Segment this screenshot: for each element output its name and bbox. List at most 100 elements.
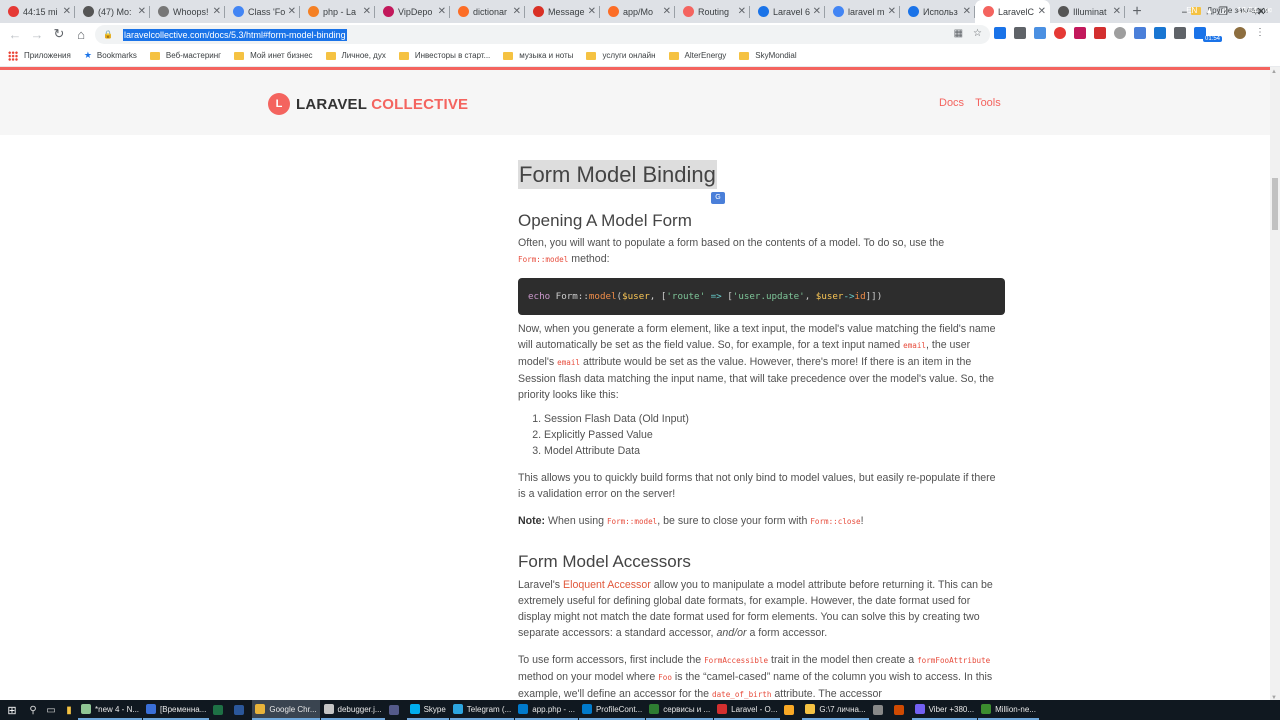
- address-bar[interactable]: 🔒 laravelcollective.com/docs/5.3/html#fo…: [95, 25, 990, 44]
- browser-tab[interactable]: LaravelC ✕: [975, 0, 1050, 23]
- tab-favicon-icon: [383, 6, 394, 17]
- browser-tab[interactable]: (47) Mo: ✕: [75, 0, 150, 23]
- filter-icon[interactable]: [1174, 27, 1186, 39]
- browser-tab[interactable]: Использ ✕: [900, 0, 975, 23]
- bookmark-item[interactable]: ★ Bookmarks: [84, 50, 137, 61]
- browser-tab[interactable]: php - La ✕: [300, 0, 375, 23]
- clock[interactable]: 12:54: [1237, 6, 1257, 15]
- file-explorer-icon[interactable]: ▮: [60, 700, 78, 720]
- close-tab-icon[interactable]: ✕: [138, 6, 146, 17]
- taskbar-app[interactable]: debugger.j...: [320, 700, 385, 720]
- bookmark-item[interactable]: Мой инет бизнес: [234, 51, 313, 60]
- close-tab-icon[interactable]: ✕: [588, 6, 596, 17]
- extension-icon[interactable]: [1154, 27, 1166, 39]
- reload-icon[interactable]: ↻: [48, 23, 70, 45]
- site-logo[interactable]: L LARAVEL COLLECTIVE: [268, 93, 468, 115]
- close-tab-icon[interactable]: ✕: [213, 6, 221, 17]
- taskbar-app[interactable]: ProfileCont...: [578, 700, 646, 720]
- taskbar-app[interactable]: сервисы и ...: [646, 700, 714, 720]
- bookmark-item[interactable]: Личное, дух: [325, 51, 386, 60]
- home-icon[interactable]: ⌂: [70, 23, 92, 45]
- bookmark-item[interactable]: AlterEnergy: [668, 51, 726, 60]
- nav-docs-link[interactable]: Docs: [939, 97, 964, 109]
- close-tab-icon[interactable]: ✕: [663, 6, 671, 17]
- extension-icon[interactable]: [994, 27, 1006, 39]
- bookmark-item[interactable]: SkyMondial: [739, 51, 797, 60]
- taskbar-app[interactable]: Laravel - O...: [714, 700, 781, 720]
- browser-tab[interactable]: laravel m ✕: [825, 0, 900, 23]
- taskbar-app[interactable]: Viber +380...: [911, 700, 978, 720]
- translate-popup-icon[interactable]: G: [711, 192, 725, 204]
- scroll-up-icon[interactable]: ▲: [1271, 69, 1277, 75]
- bookmark-item[interactable]: Инвесторы в старт...: [398, 51, 490, 60]
- code-token: 'route': [666, 290, 706, 302]
- back-arrow-icon[interactable]: ←: [4, 23, 26, 45]
- translate-page-icon[interactable]: ▦: [954, 28, 963, 39]
- nav-tools-link[interactable]: Tools: [975, 97, 1001, 109]
- notifications-icon[interactable]: ✉: [1265, 6, 1272, 15]
- extension-icon[interactable]: [1074, 27, 1086, 39]
- taskbar-app[interactable]: G:\7 лична...: [802, 700, 869, 720]
- close-tab-icon[interactable]: ✕: [363, 6, 371, 17]
- close-tab-icon[interactable]: ✕: [513, 6, 521, 17]
- extension-icon[interactable]: [1094, 27, 1106, 39]
- browser-tab[interactable]: Class 'Fo ✕: [225, 0, 300, 23]
- taskbar-app[interactable]: Google Chr...: [252, 700, 320, 720]
- bookmark-item[interactable]: музыка и ноты: [503, 51, 573, 60]
- bookmark-item[interactable]: Веб-мастеринг: [149, 51, 221, 60]
- close-tab-icon[interactable]: ✕: [63, 6, 71, 17]
- extension-icon[interactable]: [1034, 27, 1046, 39]
- bookmark-item[interactable]: Приложения: [8, 50, 71, 61]
- browser-tab[interactable]: dictionar ✕: [450, 0, 525, 23]
- close-tab-icon[interactable]: ✕: [1113, 6, 1121, 17]
- browser-tab[interactable]: 44:15 mi ✕: [0, 0, 75, 23]
- extension-icon[interactable]: [1134, 27, 1146, 39]
- task-view-icon[interactable]: ▭: [42, 700, 60, 720]
- close-tab-icon[interactable]: ✕: [288, 6, 296, 17]
- menu-dots-icon[interactable]: ⋮: [1254, 27, 1266, 39]
- taskbar-app[interactable]: Million-ne...: [978, 700, 1039, 720]
- close-tab-icon[interactable]: ✕: [963, 6, 971, 17]
- taskbar-app[interactable]: [Временна...: [143, 700, 210, 720]
- taskbar-app[interactable]: Telegram (...: [449, 700, 515, 720]
- scrollbar-thumb[interactable]: [1272, 178, 1278, 230]
- page-scrollbar[interactable]: ▲ ▼: [1270, 67, 1280, 703]
- volume-icon[interactable]: ♬: [1221, 6, 1229, 15]
- browser-tab[interactable]: Laravel 6 ✕: [750, 0, 825, 23]
- bookmark-item[interactable]: услуги онлайн: [586, 51, 656, 60]
- search-icon[interactable]: ⚲: [24, 700, 42, 720]
- browser-tab[interactable]: Routing ✕: [675, 0, 750, 23]
- close-tab-icon[interactable]: ✕: [813, 6, 821, 17]
- extension-icon[interactable]: [1054, 27, 1066, 39]
- browser-tab[interactable]: app/Mo ✕: [600, 0, 675, 23]
- taskbar-app[interactable]: [386, 700, 406, 720]
- language-indicator[interactable]: EN: [1186, 6, 1197, 15]
- close-tab-icon[interactable]: ✕: [888, 6, 896, 17]
- code-token: 'user.update': [732, 290, 805, 302]
- browser-tab[interactable]: VipDepo ✕: [375, 0, 450, 23]
- windows-start-icon[interactable]: ⊞: [0, 700, 24, 720]
- taskbar-app[interactable]: [891, 700, 911, 720]
- taskbar-app[interactable]: app.php - ...: [515, 700, 578, 720]
- browser-tab[interactable]: Message ✕: [525, 0, 600, 23]
- taskbar-app[interactable]: Skype: [406, 700, 449, 720]
- close-tab-icon[interactable]: ✕: [438, 6, 446, 17]
- browser-tab[interactable]: Illuminat ✕: [1050, 0, 1125, 23]
- bookmark-star-icon[interactable]: ☆: [973, 28, 982, 39]
- taskbar-app[interactable]: [231, 700, 251, 720]
- browser-tab[interactable]: Whoops! ✕: [150, 0, 225, 23]
- new-tab-button[interactable]: +: [1125, 0, 1149, 23]
- network-icon[interactable]: ▲: [1205, 6, 1213, 15]
- taskbar-app[interactable]: [781, 700, 801, 720]
- close-tab-icon[interactable]: ✕: [738, 6, 746, 17]
- extension-icon[interactable]: [1014, 27, 1026, 39]
- url-text[interactable]: laravelcollective.com/docs/5.3/html#form…: [123, 28, 347, 41]
- close-tab-icon[interactable]: ✕: [1038, 6, 1046, 17]
- taskbar-app[interactable]: *new 4 - N...: [78, 700, 143, 720]
- taskbar-app[interactable]: [210, 700, 230, 720]
- extension-icon[interactable]: [1114, 27, 1126, 39]
- forward-arrow-icon[interactable]: →: [26, 23, 48, 45]
- profile-avatar[interactable]: [1234, 27, 1246, 39]
- taskbar-app[interactable]: [870, 700, 890, 720]
- eloquent-accessor-link[interactable]: Eloquent Accessor: [563, 579, 651, 591]
